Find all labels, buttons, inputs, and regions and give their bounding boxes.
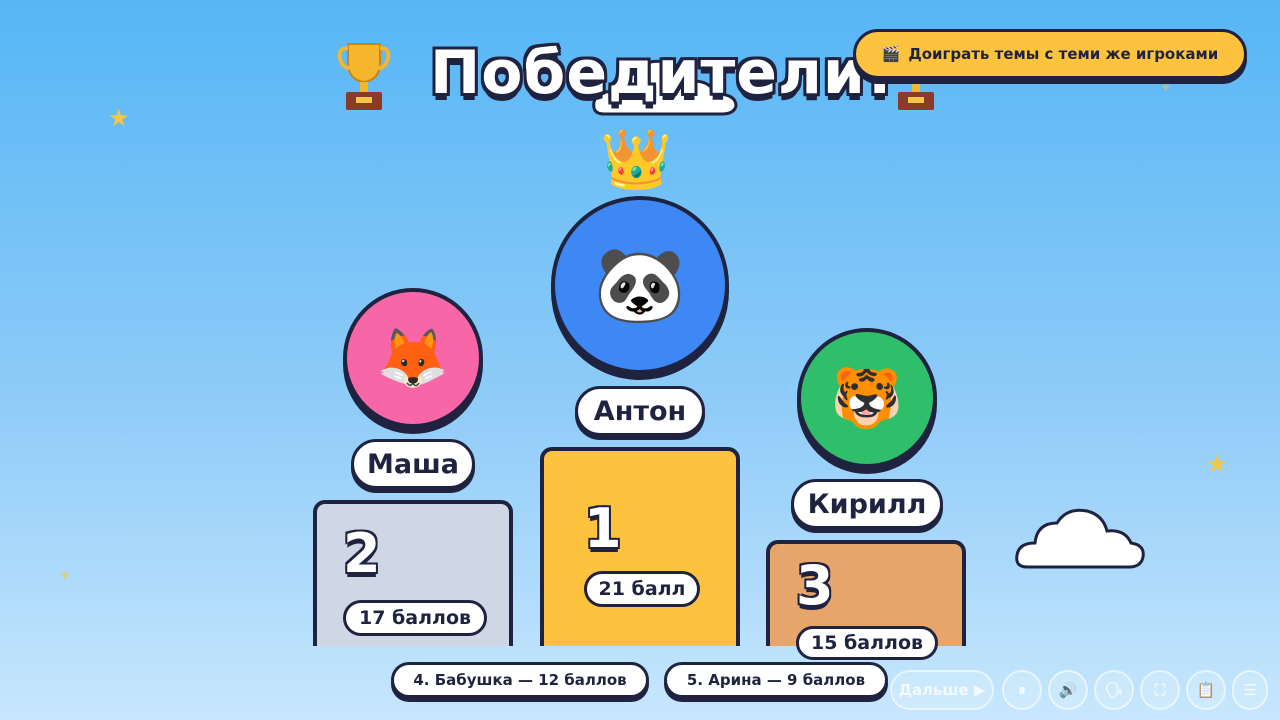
cloud-icon	[1015, 508, 1145, 569]
fox-icon: 🦊	[376, 324, 450, 392]
replay-topics-button[interactable]: 🎬 Доиграть темы с теми же игроками	[853, 29, 1247, 79]
other-player-4: 4. Бабушка — 12 баллов	[391, 662, 649, 698]
crown-icon: 👑	[600, 125, 673, 193]
score-first: 21 балл	[584, 571, 700, 607]
panda-icon: 🐼	[593, 242, 687, 328]
trophy-icon	[337, 43, 391, 110]
next-button[interactable]: Дальше ▶	[890, 670, 994, 710]
star-icon: ✦	[1160, 80, 1172, 96]
menu-icon[interactable]: ☰	[1232, 670, 1268, 710]
score-second: 17 баллов	[343, 600, 487, 636]
rank-third: 3	[796, 554, 834, 617]
player-name-third: Кирилл	[791, 479, 943, 529]
page-title: Победители!	[430, 38, 895, 108]
score-third: 15 баллов	[796, 626, 938, 660]
rank-first: 1	[584, 497, 622, 560]
avatar-first-place: 🐼	[551, 196, 729, 374]
other-player-5: 5. Арина — 9 баллов	[664, 662, 888, 698]
pause-icon[interactable]: ⏸	[1002, 670, 1042, 710]
volume-icon[interactable]: 🔊	[1048, 670, 1088, 710]
avatar-second-place: 🦊	[343, 288, 483, 428]
fullscreen-icon[interactable]: ⛶	[1140, 670, 1180, 710]
star-icon: ★	[1206, 450, 1228, 478]
pedestal-first: 1 21 балл	[540, 447, 740, 646]
avatar-third-place: 🐯	[797, 328, 937, 468]
pedestal-second: 2 17 баллов	[313, 500, 513, 646]
player-name-second: Маша	[351, 439, 475, 489]
voice-icon[interactable]: 🗣	[1094, 670, 1134, 710]
rank-second: 2	[343, 522, 381, 585]
star-icon: ★	[108, 104, 130, 132]
player-name-first: Антон	[575, 386, 705, 436]
rules-icon[interactable]: 📋	[1186, 670, 1226, 710]
star-icon: ✦	[58, 566, 72, 585]
replay-topics-label: Доиграть темы с теми же игроками	[908, 45, 1219, 63]
clapperboard-icon: 🎬	[881, 45, 901, 63]
tiger-icon: 🐯	[830, 364, 904, 432]
